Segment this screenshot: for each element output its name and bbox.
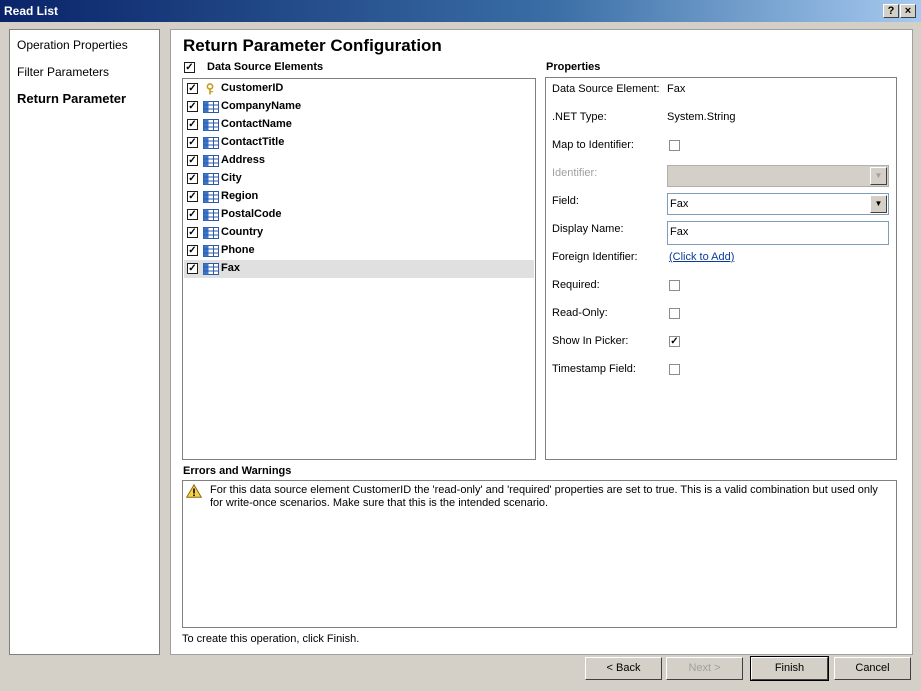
checkbox[interactable]: ✓ <box>187 173 198 184</box>
checkbox[interactable]: ✓ <box>187 101 198 112</box>
tree-item-region[interactable]: ✓ Region <box>184 188 534 206</box>
table-field-icon <box>203 245 219 257</box>
table-field-icon <box>203 227 219 239</box>
map-to-identifier-label: Map to Identifier: <box>552 139 634 151</box>
show-in-picker-checkbox[interactable]: ✓ <box>669 336 680 347</box>
footer-hint: To create this operation, click Finish. <box>182 633 360 645</box>
tree-item-contactname[interactable]: ✓ ContactName <box>184 116 534 134</box>
data-source-element-label: Data Source Element: <box>552 83 660 95</box>
field-dropdown[interactable]: Fax ▼ <box>667 193 889 215</box>
errors-panel: For this data source element CustomerID … <box>182 480 897 628</box>
table-field-icon <box>203 137 219 149</box>
data-source-element-value: Fax <box>667 83 686 95</box>
chevron-down-icon[interactable]: ▼ <box>870 195 887 213</box>
data-source-tree[interactable]: ✓ CustomerID ✓ CompanyName ✓ ContactName… <box>182 78 536 460</box>
table-field-icon <box>203 101 219 113</box>
key-icon <box>206 83 214 95</box>
chevron-down-icon[interactable]: ▼ <box>870 167 887 185</box>
timestamp-field-checkbox[interactable] <box>669 364 680 375</box>
table-field-icon <box>203 263 219 275</box>
properties-label: Properties <box>546 61 601 73</box>
required-label: Required: <box>552 279 600 291</box>
read-only-checkbox[interactable] <box>669 308 680 319</box>
field-value: Fax <box>670 198 689 210</box>
nav-item-filter-parameters[interactable]: Filter Parameters <box>17 65 109 79</box>
tree-item-postalcode[interactable]: ✓ PostalCode <box>184 206 534 224</box>
item-label: PostalCode <box>221 208 282 220</box>
tree-item-contacttitle[interactable]: ✓ ContactTitle <box>184 134 534 152</box>
properties-panel: Data Source Element: Fax .NET Type: Syst… <box>545 77 897 460</box>
table-field-icon <box>203 191 219 203</box>
checkbox[interactable]: ✓ <box>187 209 198 220</box>
window-title: Read List <box>4 4 59 18</box>
title-bar: Read List ? × <box>0 0 921 22</box>
map-to-identifier-checkbox[interactable] <box>669 140 680 151</box>
foreign-identifier-link[interactable]: (Click to Add) <box>669 251 734 263</box>
select-all-checkbox[interactable]: ✓ <box>184 62 195 73</box>
net-type-value: System.String <box>667 111 736 123</box>
table-field-icon <box>203 119 219 131</box>
required-checkbox[interactable] <box>669 280 680 291</box>
item-label: ContactTitle <box>221 136 285 148</box>
nav-item-operation-properties[interactable]: Operation Properties <box>17 38 128 52</box>
checkbox[interactable]: ✓ <box>187 119 198 130</box>
tree-item-address[interactable]: ✓ Address <box>184 152 534 170</box>
tree-item-city[interactable]: ✓ City <box>184 170 534 188</box>
item-label: Address <box>221 154 266 166</box>
item-label: Phone <box>221 244 255 256</box>
checkbox[interactable]: ✓ <box>187 83 198 94</box>
display-name-value: Fax <box>670 226 689 238</box>
show-in-picker-label: Show In Picker: <box>552 335 629 347</box>
close-button[interactable]: × <box>900 4 916 18</box>
table-field-icon <box>203 209 219 221</box>
page-title: Return Parameter Configuration <box>183 36 442 55</box>
checkbox[interactable]: ✓ <box>187 263 198 274</box>
tree-item-country[interactable]: ✓ Country <box>184 224 534 242</box>
item-label: ContactName <box>221 118 292 130</box>
identifier-dropdown[interactable]: ▼ <box>667 165 889 187</box>
table-field-icon <box>203 173 219 185</box>
checkbox[interactable]: ✓ <box>187 137 198 148</box>
warning-icon <box>186 484 202 498</box>
tree-item-fax[interactable]: ✓ Fax <box>184 260 534 278</box>
next-button[interactable]: Next > <box>666 657 743 680</box>
finish-button[interactable]: Finish <box>750 656 829 681</box>
tree-item-customerid[interactable]: ✓ CustomerID <box>184 80 534 98</box>
item-label: CompanyName <box>221 100 302 112</box>
foreign-identifier-label: Foreign Identifier: <box>552 251 638 263</box>
checkbox[interactable]: ✓ <box>187 155 198 166</box>
item-label: CustomerID <box>221 82 284 94</box>
checkbox[interactable]: ✓ <box>187 191 198 202</box>
item-label: Country <box>221 226 264 238</box>
display-name-field[interactable]: Fax <box>667 221 889 245</box>
item-label: Region <box>221 190 259 202</box>
warning-message: For this data source element CustomerID … <box>210 484 878 509</box>
tree-item-phone[interactable]: ✓ Phone <box>184 242 534 260</box>
checkbox[interactable]: ✓ <box>187 245 198 256</box>
read-only-label: Read-Only: <box>552 307 608 319</box>
timestamp-field-label: Timestamp Field: <box>552 363 636 375</box>
checkbox[interactable]: ✓ <box>187 227 198 238</box>
errors-warnings-label: Errors and Warnings <box>183 465 292 477</box>
net-type-label: .NET Type: <box>552 111 607 123</box>
item-label: City <box>221 172 242 184</box>
nav-panel: Operation Properties Filter Parameters R… <box>9 29 160 655</box>
tree-item-companyname[interactable]: ✓ CompanyName <box>184 98 534 116</box>
table-field-icon <box>203 155 219 167</box>
field-label: Field: <box>552 195 579 207</box>
back-button[interactable]: < Back <box>585 657 662 680</box>
item-label: Fax <box>221 262 240 274</box>
data-source-elements-label: Data Source Elements <box>207 61 324 73</box>
help-button[interactable]: ? <box>883 4 899 18</box>
identifier-label: Identifier: <box>552 167 598 179</box>
nav-item-return-parameter[interactable]: Return Parameter <box>17 91 126 106</box>
display-name-label: Display Name: <box>552 223 624 235</box>
cancel-button[interactable]: Cancel <box>834 657 911 680</box>
